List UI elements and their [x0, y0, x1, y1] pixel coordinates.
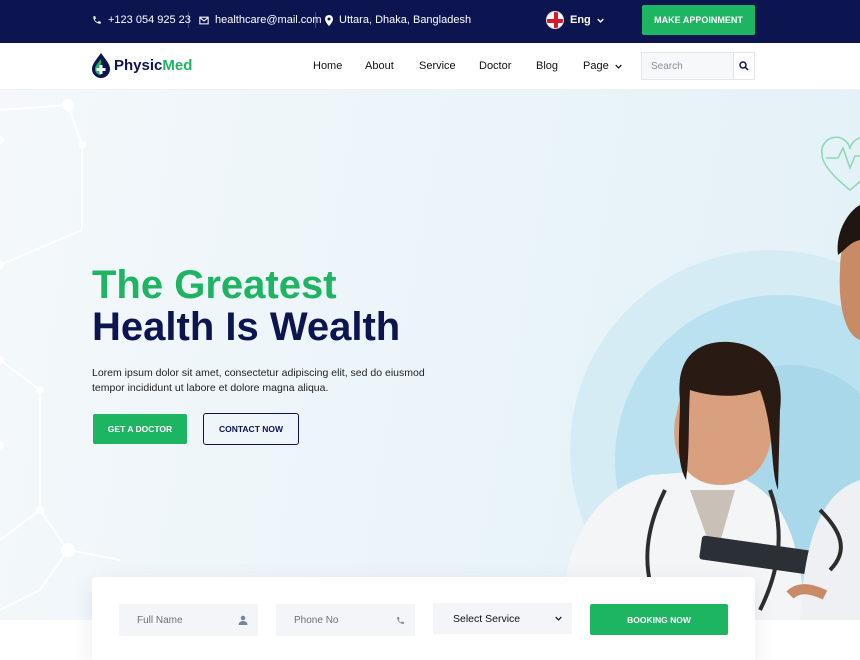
search-box — [641, 52, 755, 80]
cross-drop-logo-icon — [92, 53, 110, 78]
search-icon — [739, 61, 749, 71]
service-select[interactable]: Select Service — [433, 603, 572, 634]
main-navbar: PhysicMed Home About Service Doctor Blog… — [0, 43, 860, 90]
phone-contact[interactable]: +123 054 925 23 — [92, 14, 191, 26]
booking-now-button[interactable]: BOOKING NOW — [590, 604, 728, 635]
email-text: healthcare@mail.com — [215, 14, 322, 26]
logo[interactable]: PhysicMed — [92, 53, 192, 78]
divider — [188, 12, 189, 28]
hero-section: The Greatest Health Is Wealth Lorem ipsu… — [0, 90, 860, 620]
location-pin-icon — [325, 14, 333, 26]
hexagon-network-decoration — [0, 99, 860, 620]
phone-field — [276, 604, 415, 636]
get-doctor-button[interactable]: GET A DOCTOR — [93, 414, 187, 444]
hero-description: Lorem ipsum dolor sit amet, consectetur … — [92, 367, 425, 394]
nav-blog[interactable]: Blog — [536, 60, 558, 72]
full-name-field — [119, 604, 258, 636]
logo-text: PhysicMed — [114, 57, 192, 74]
full-name-input[interactable] — [137, 614, 227, 626]
phone-small-icon — [397, 616, 404, 624]
email-contact[interactable]: healthcare@mail.com — [199, 14, 322, 26]
divider — [315, 12, 316, 28]
make-appointment-button[interactable]: MAKE APPOINMENT — [642, 5, 755, 35]
service-select-value: Select Service — [453, 612, 521, 625]
logo-text-accent: Med — [162, 57, 193, 74]
search-button[interactable] — [733, 53, 754, 79]
phone-icon — [93, 16, 101, 24]
phone-text: +123 054 925 23 — [108, 14, 191, 26]
phone-input[interactable] — [294, 614, 384, 626]
contact-now-button[interactable]: CONTACT NOW — [203, 413, 299, 445]
language-selector[interactable]: Eng — [546, 11, 604, 29]
mail-icon — [199, 16, 209, 24]
search-input[interactable] — [642, 53, 733, 79]
hero-title-line2: Health Is Wealth — [92, 305, 401, 349]
address-contact: Uttara, Dhaka, Bangladesh — [325, 14, 471, 26]
nav-page-dropdown[interactable]: Page — [583, 60, 622, 72]
chevron-down-icon — [614, 64, 622, 69]
booking-form: Select Service BOOKING NOW — [92, 577, 755, 660]
nav-about[interactable]: About — [365, 60, 394, 72]
user-icon — [238, 615, 248, 625]
top-bar: +123 054 925 23 healthcare@mail.com Utta… — [0, 0, 860, 43]
hero-title-line1: The Greatest — [92, 263, 337, 307]
address-text: Uttara, Dhaka, Bangladesh — [339, 14, 472, 26]
heart-pulse-icon — [820, 136, 860, 192]
nav-home[interactable]: Home — [313, 60, 342, 72]
nav-page: Page — [583, 60, 609, 72]
language-label: Eng — [570, 14, 591, 26]
flag-icon — [546, 11, 564, 29]
nav-doctor[interactable]: Doctor — [479, 60, 511, 72]
chevron-down-icon — [555, 616, 562, 621]
nav-service[interactable]: Service — [419, 60, 456, 72]
chevron-down-icon — [596, 18, 604, 23]
logo-text-main: Physic — [114, 57, 163, 74]
